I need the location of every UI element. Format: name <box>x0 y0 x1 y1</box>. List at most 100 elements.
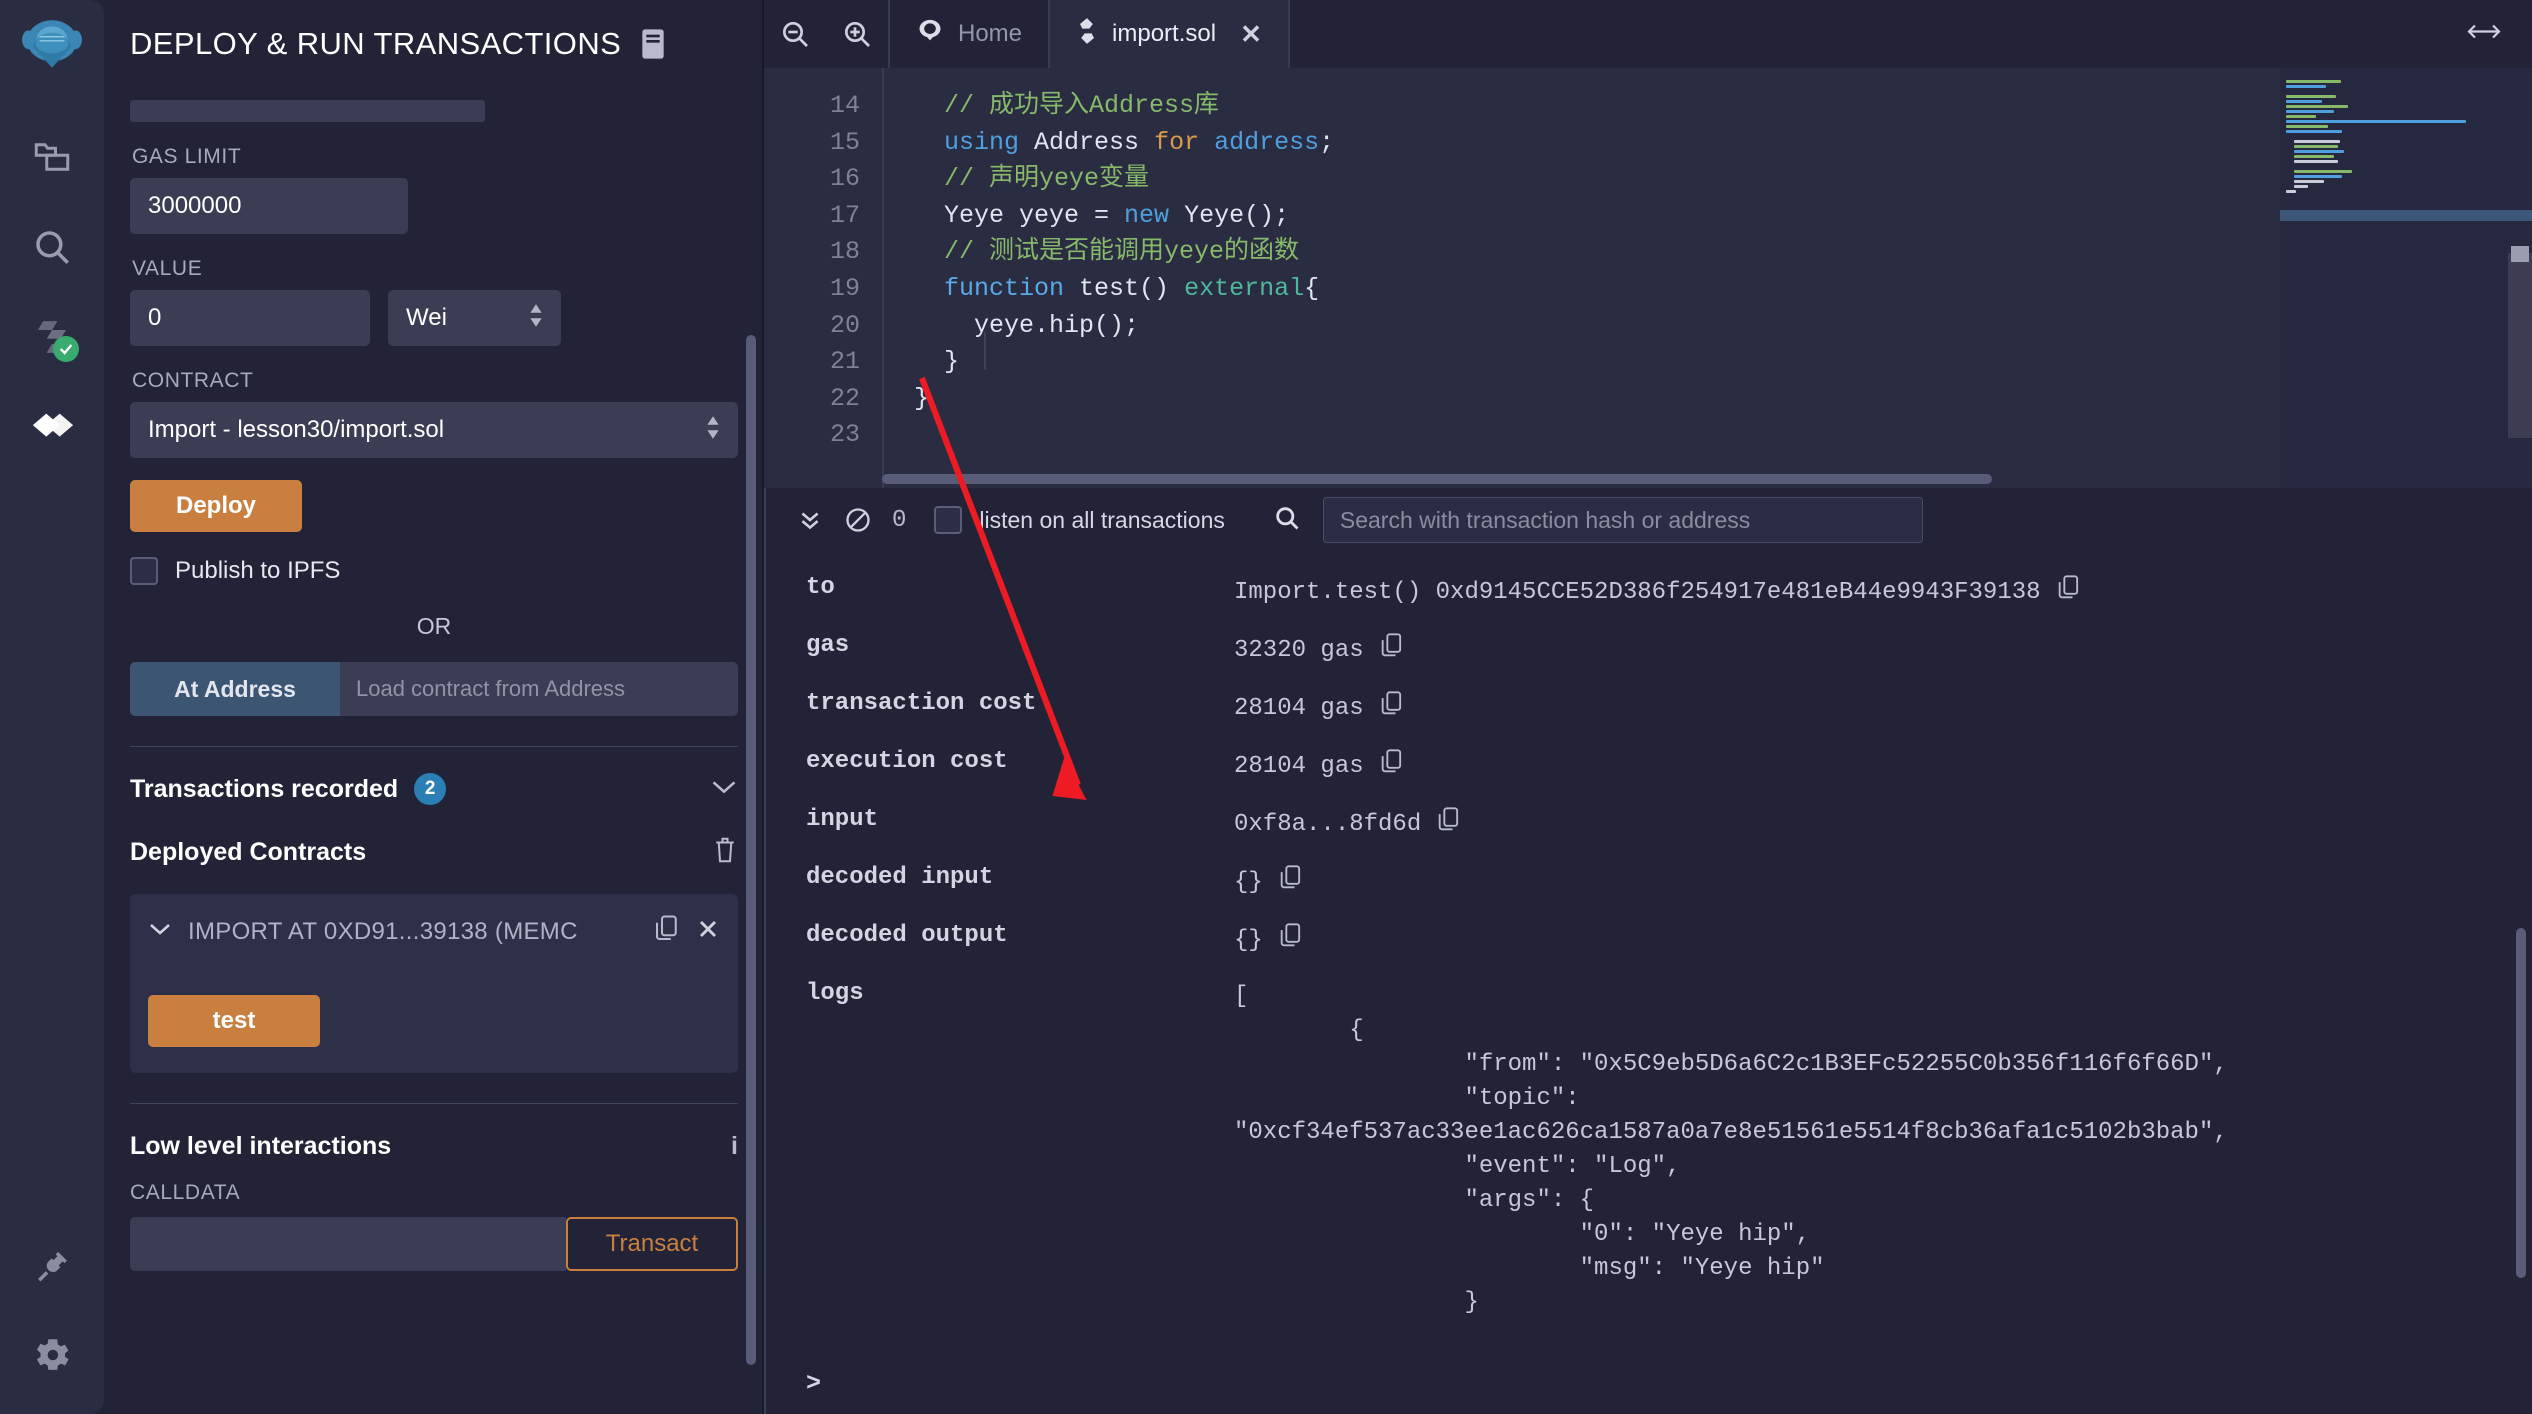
minimap-line <box>2286 120 2466 123</box>
minimap-viewport[interactable] <box>2508 253 2532 438</box>
low-level-interactions-label: Low level interactions <box>130 1132 392 1160</box>
editor-horizontal-scrollbar[interactable] <box>882 474 1992 484</box>
transact-button[interactable]: Transact <box>566 1217 738 1271</box>
minimap-line <box>2294 185 2308 188</box>
deployed-contracts-label: Deployed Contracts <box>130 838 367 866</box>
zoom-out-icon[interactable] <box>764 0 826 68</box>
minimap-line <box>2294 150 2344 153</box>
at-address-input[interactable] <box>340 662 738 716</box>
copy-icon[interactable] <box>2057 574 2081 610</box>
transaction-detail-value: 28104 gas <box>1234 690 1404 726</box>
line-number: 22 <box>829 383 860 413</box>
transaction-logs-row: logs [ { "from": "0x5C9eb5D6a6C2c1B3EFc5… <box>764 980 2532 1320</box>
contract-select-display[interactable] <box>130 402 738 458</box>
tab-import-sol[interactable]: import.sol ✕ <box>1048 0 1290 68</box>
at-address-button[interactable]: At Address <box>130 662 340 716</box>
collapse-terminal-icon[interactable] <box>786 488 834 552</box>
gas-limit-label: GAS LIMIT <box>132 145 242 168</box>
gas-limit-input[interactable] <box>130 178 408 234</box>
line-number: 23 <box>829 420 860 450</box>
copy-icon[interactable] <box>1279 922 1303 958</box>
clear-console-icon[interactable] <box>834 488 882 552</box>
code-token: { <box>1304 273 1320 303</box>
line-number: 16 <box>829 164 860 194</box>
copy-icon[interactable] <box>654 914 680 949</box>
terminal-toolbar: 0 listen on all transactions <box>764 488 2532 552</box>
expand-horizontal-icon[interactable] <box>2466 21 2502 48</box>
chevron-down-icon[interactable] <box>710 778 738 801</box>
info-icon[interactable]: i <box>731 1132 738 1161</box>
deploy-run-icon <box>29 404 75 450</box>
copy-icon[interactable] <box>1437 806 1461 842</box>
transaction-detail-value: {} <box>1234 864 1303 900</box>
transaction-detail-value: 0xf8a...8fd6d <box>1234 806 1461 842</box>
editor-vertical-scroll-thumb[interactable] <box>2511 246 2529 262</box>
minimap-line <box>2286 80 2341 83</box>
terminal-prompt[interactable]: > <box>806 1369 821 1398</box>
zoom-in-icon[interactable] <box>826 0 888 68</box>
tab-home[interactable]: Home <box>888 0 1048 68</box>
search-icon[interactable] <box>1273 504 1301 537</box>
transaction-detail-text: 32320 gas <box>1234 636 1364 664</box>
sidebar-item-file-explorer[interactable] <box>0 112 104 202</box>
close-icon[interactable]: ✕ <box>1240 19 1262 50</box>
deploy-run-panel: DEPLOY & RUN TRANSACTIONS GAS LIMIT VALU… <box>104 0 764 1414</box>
minimap-highlight-line <box>2280 210 2532 221</box>
deployed-contract-header[interactable]: IMPORT AT 0XD91...39138 (MEMC <box>148 914 720 949</box>
minimap-line <box>2294 170 2352 173</box>
calldata-input[interactable] <box>130 1217 566 1271</box>
contract-function-test-button[interactable]: test <box>148 995 320 1047</box>
transaction-detail-text: {} <box>1234 926 1263 954</box>
transactions-recorded-row[interactable]: Transactions recorded 2 <box>130 773 738 805</box>
transaction-detail-rows: to Import.test() 0xd9145CCE52D386f254917e… <box>764 574 2532 958</box>
contract-label: CONTRACT <box>132 369 254 392</box>
line-number: 18 <box>829 237 860 267</box>
listen-all-transactions-checkbox[interactable] <box>934 506 963 534</box>
sidebar-item-plugin-manager[interactable] <box>0 1220 104 1310</box>
remix-logo-icon[interactable] <box>19 14 85 80</box>
documentation-book-icon[interactable] <box>639 28 667 60</box>
gear-icon <box>31 1334 73 1376</box>
copy-icon[interactable] <box>1380 690 1404 726</box>
trash-icon[interactable] <box>712 835 738 870</box>
value-input[interactable] <box>130 290 370 346</box>
panel-scrollbar[interactable] <box>746 335 756 1365</box>
publish-ipfs-checkbox[interactable] <box>130 557 158 585</box>
close-icon[interactable] <box>696 917 720 946</box>
deployed-contract-name: IMPORT AT 0XD91...39138 (MEMC <box>188 917 578 945</box>
transaction-detail-value: 28104 gas <box>1234 748 1404 784</box>
line-number: 20 <box>829 310 860 340</box>
transaction-detail-text: 28104 gas <box>1234 694 1364 722</box>
value-label: VALUE <box>132 257 203 280</box>
copy-icon[interactable] <box>1380 632 1404 668</box>
sidebar-item-search[interactable] <box>0 202 104 292</box>
code-token: function <box>944 273 1065 303</box>
transaction-detail-key: transaction cost <box>806 690 1037 717</box>
chevron-down-icon[interactable] <box>148 921 172 942</box>
terminal-scrollbar[interactable] <box>2516 928 2526 1278</box>
minimap-line <box>2286 190 2296 193</box>
code-token: // 声明yeye变量 <box>944 164 1150 194</box>
transaction-detail-text: Import.test() 0xd9145CCE52D386f254917e48… <box>1234 578 2041 606</box>
copy-icon[interactable] <box>1380 748 1404 784</box>
divider <box>130 746 738 747</box>
transaction-logs-key: logs <box>806 980 864 1007</box>
code-token: // 成功导入Address库 <box>944 91 1220 120</box>
terminal-search-input[interactable] <box>1322 497 1923 543</box>
sidebar-item-solidity-compiler[interactable] <box>0 292 104 382</box>
at-address-row: At Address <box>130 662 738 716</box>
divider <box>130 1103 738 1104</box>
sidebar-item-settings[interactable] <box>0 1310 104 1400</box>
transaction-detail-row: transaction cost 28104 gas <box>764 690 2532 726</box>
sidebar-item-deploy-run[interactable] <box>0 382 104 472</box>
contract-select[interactable] <box>130 402 738 458</box>
publish-ipfs-row: Publish to IPFS <box>130 557 738 585</box>
minimap-line <box>2286 115 2316 118</box>
copy-icon[interactable] <box>1279 864 1303 900</box>
panel-header: DEPLOY & RUN TRANSACTIONS <box>104 0 764 62</box>
deploy-button[interactable]: Deploy <box>130 480 302 532</box>
value-unit-select[interactable] <box>388 290 561 346</box>
editor-minimap[interactable] <box>2280 68 2532 488</box>
code-editor[interactable]: 14 15 16 17 18 19 20 21 22 23 // 成功导入Address库 usi… <box>764 68 2532 488</box>
minimap-line <box>2294 155 2334 158</box>
